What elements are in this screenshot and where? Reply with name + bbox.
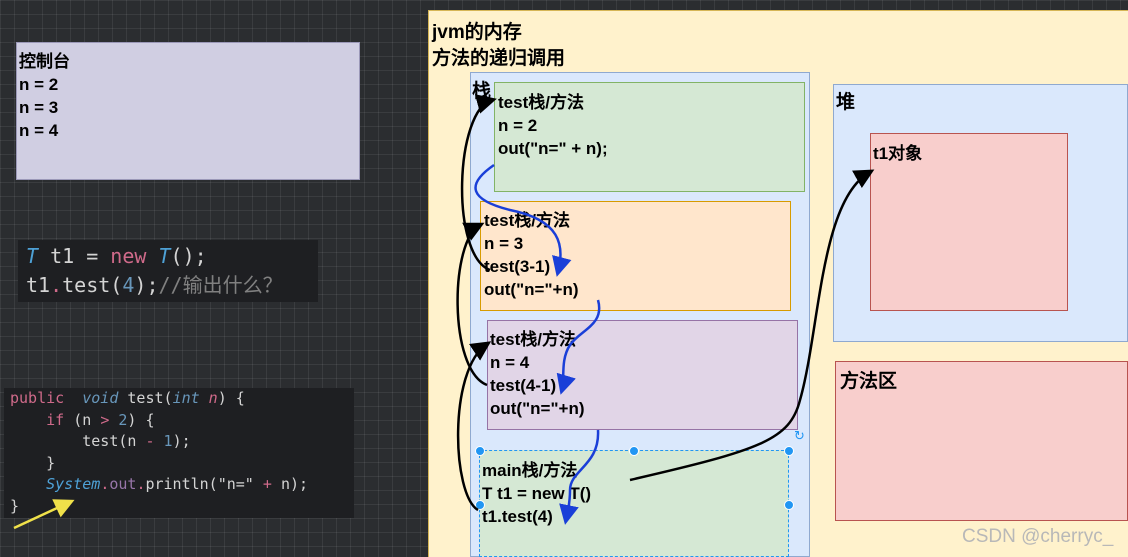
watermark: CSDN @cherryc_ (962, 526, 1114, 547)
return-arrow (456, 341, 492, 512)
call-arrow (559, 429, 600, 525)
reference-arrow (629, 169, 875, 482)
pointer-arrow (13, 499, 75, 530)
call-arrow (556, 299, 601, 395)
arrows-layer (13, 94, 875, 530)
call-arrow (474, 163, 572, 277)
